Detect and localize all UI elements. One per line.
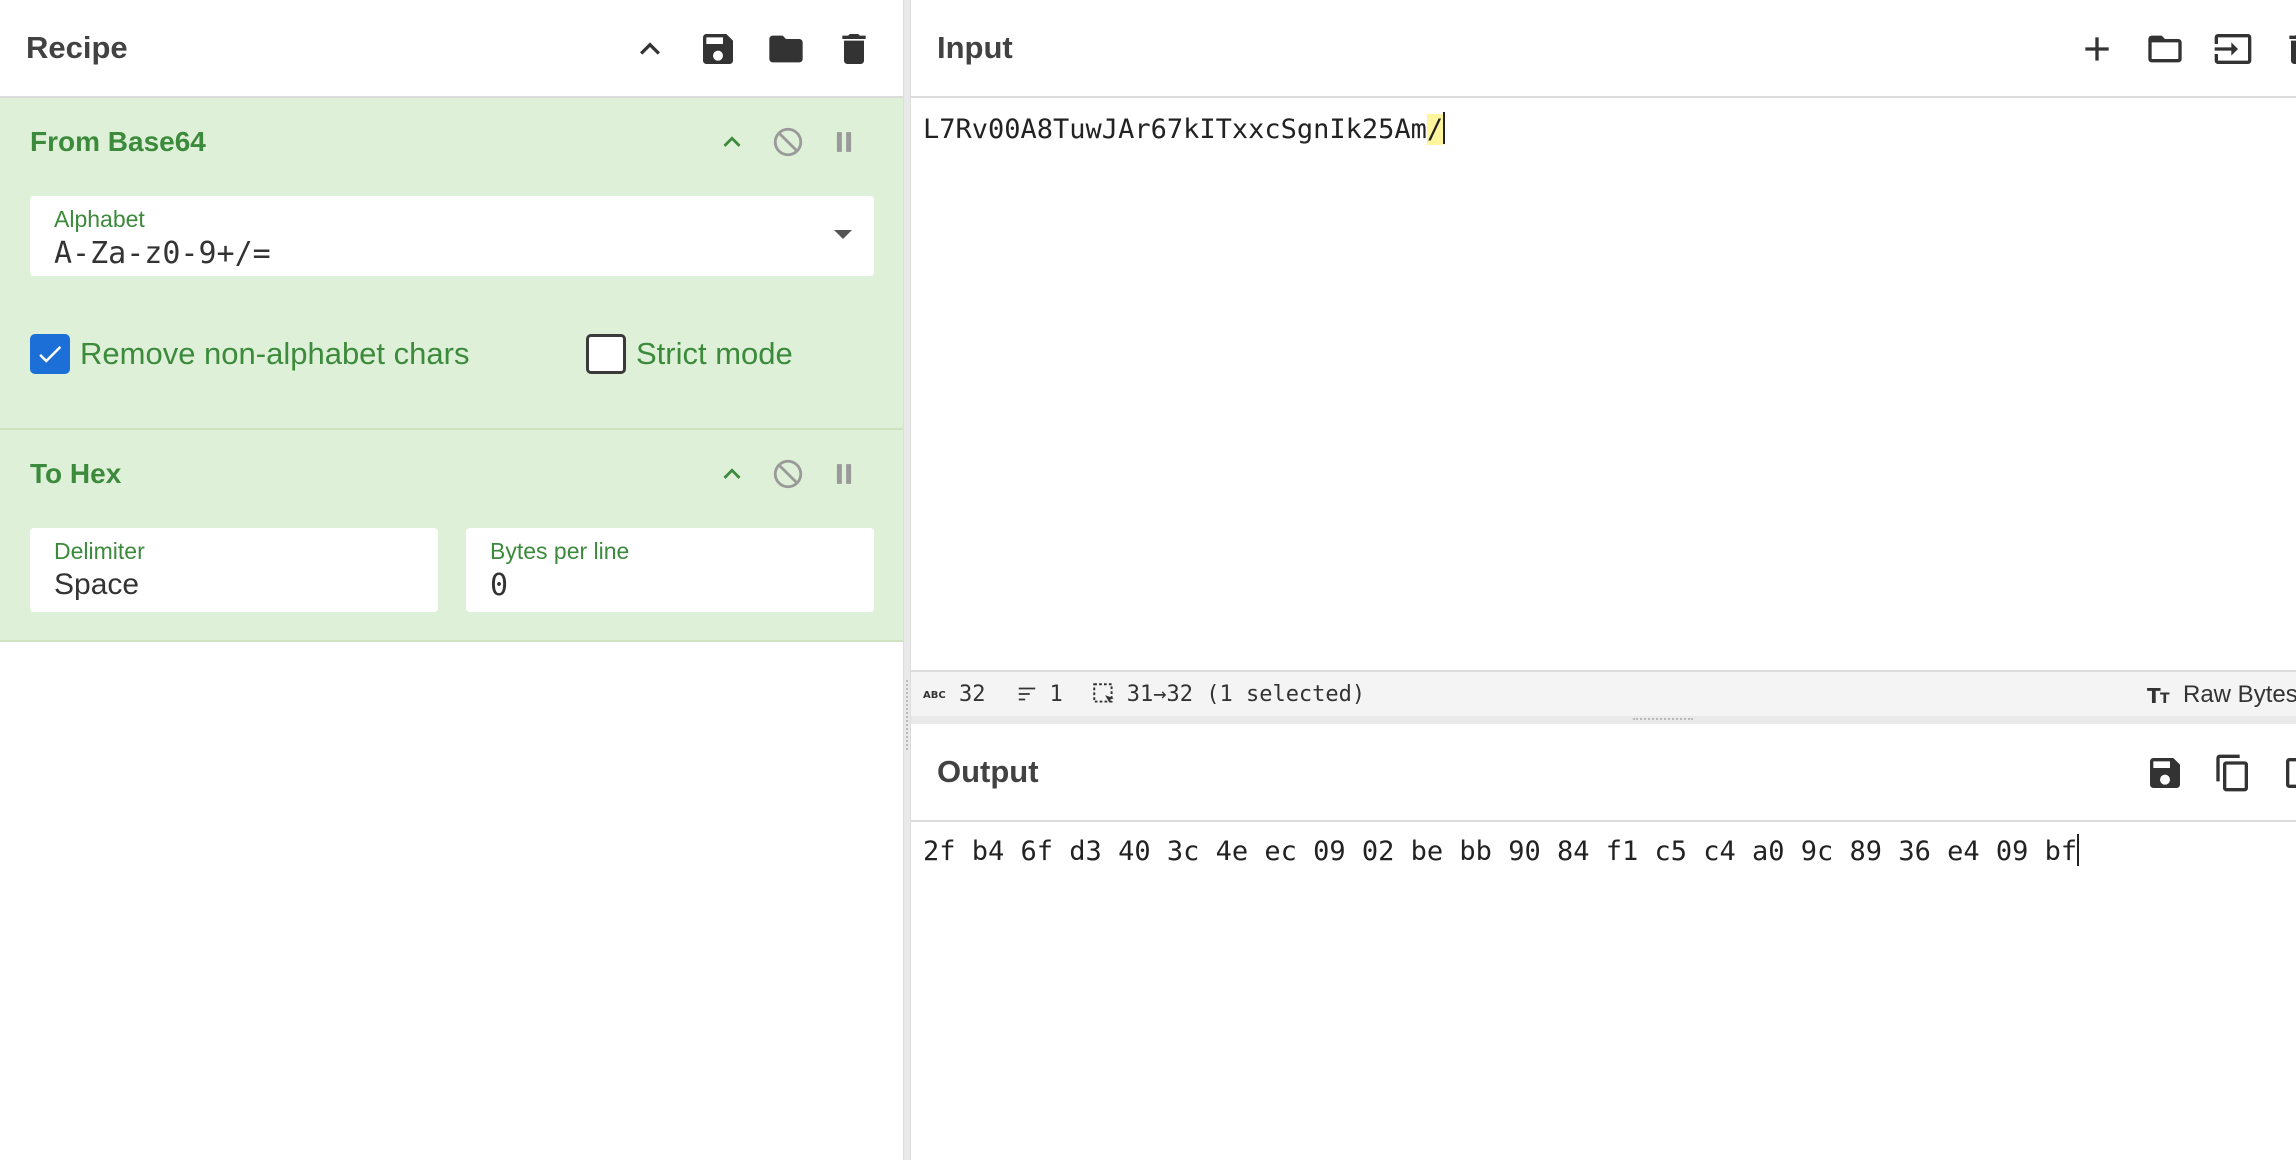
- input-header: Input: [911, 0, 2296, 98]
- selection-icon: [1093, 683, 1114, 703]
- save-icon: [703, 34, 733, 64]
- svg-text:ABC: ABC: [923, 690, 946, 701]
- add-input-tab-button[interactable]: [2063, 15, 2131, 83]
- input-text-unselected: L7Rv00A8TuwJAr67kITxxcSgnIk25Am: [923, 114, 1427, 145]
- selection-value: 31→32 (1 selected): [1126, 681, 1366, 707]
- copy-output-button[interactable]: [2199, 739, 2267, 807]
- load-recipe-button[interactable]: [752, 15, 820, 83]
- alphabet-value: A-Za-z0-9+/=: [54, 236, 271, 271]
- alphabet-select[interactable]: Alphabet A-Za-z0-9+/=: [30, 196, 874, 276]
- delimiter-value: Space: [54, 568, 140, 601]
- trash-icon: [2289, 34, 2296, 64]
- dropdown-arrow-icon: [834, 230, 852, 239]
- checkbox-checked[interactable]: [30, 334, 70, 374]
- output-section: Output 2f b4 6f d3 40 3c 4e ec 09 02 be …: [911, 724, 2296, 1160]
- encoding-selector[interactable]: TT Raw Bytes: [2147, 672, 2296, 718]
- chevron-up-icon: [723, 136, 741, 147]
- output-header: Output: [911, 724, 2296, 822]
- input-text: L7Rv00A8TuwJAr67kITxxcSgnIk25Am/: [923, 112, 2284, 145]
- svg-text:T: T: [2147, 684, 2161, 707]
- operation-from-base64[interactable]: From Base64 Alphabet A-Za-z0-9+/= Remove…: [0, 98, 903, 430]
- collapse-operation-button[interactable]: [704, 120, 760, 164]
- input-selection: /: [1426, 114, 1444, 145]
- alphabet-label: Alphabet: [54, 206, 145, 232]
- delimiter-select[interactable]: Delimiter Space: [30, 528, 438, 612]
- recipe-header: Recipe: [0, 0, 903, 98]
- encoding-value: Raw Bytes: [2183, 681, 2296, 708]
- chevron-up-icon: [723, 468, 741, 479]
- clear-input-button[interactable]: [2267, 15, 2296, 83]
- folder-open-icon: [2148, 35, 2182, 63]
- output-textarea[interactable]: 2f b4 6f d3 40 3c 4e ec 09 02 be bb 90 8…: [911, 822, 2296, 1160]
- operation-title: From Base64: [30, 126, 206, 157]
- pane-resize-handle[interactable]: [903, 0, 911, 1160]
- operation-controls: [704, 120, 872, 164]
- pause-icon: [836, 464, 852, 484]
- recipe-header-icons: [616, 0, 888, 98]
- save-recipe-button[interactable]: [684, 15, 752, 83]
- checkbox-unchecked[interactable]: [586, 334, 626, 374]
- input-textarea[interactable]: L7Rv00A8TuwJAr67kITxxcSgnIk25Am/: [911, 100, 2296, 670]
- disable-operation-button[interactable]: [760, 452, 816, 496]
- length-indicator: ABC 32: [923, 682, 986, 707]
- disable-icon: [773, 127, 803, 157]
- remove-non-alphabet-checkbox[interactable]: Remove non-alphabet chars: [30, 334, 469, 374]
- recipe-title: Recipe: [26, 30, 128, 65]
- bytes-per-line-input[interactable]: Bytes per line 0: [466, 528, 874, 612]
- text-caret: [1443, 112, 1446, 144]
- lines-value: 1: [1049, 681, 1063, 707]
- replace-input-button[interactable]: [2267, 739, 2296, 807]
- input-status-bar: ABC 32 1 31→32 (1 selected) TT Raw Bytes: [911, 670, 2296, 716]
- plus-icon: [2085, 37, 2109, 61]
- input-icon: [2214, 34, 2252, 64]
- output-header-icons: [2131, 724, 2296, 822]
- resize-grip: [906, 680, 908, 750]
- delimiter-label: Delimiter: [54, 538, 145, 564]
- collapse-operation-button[interactable]: [704, 452, 760, 496]
- disable-operation-button[interactable]: [760, 120, 816, 164]
- strict-mode-label: Strict mode: [636, 336, 793, 371]
- length-value: 32: [959, 681, 986, 707]
- input-title: Input: [937, 30, 1013, 65]
- io-resize-handle[interactable]: [911, 716, 2296, 724]
- folder-icon: [769, 35, 803, 63]
- abc-icon: ABC: [923, 690, 946, 701]
- operation-controls: [704, 452, 872, 496]
- open-file-button[interactable]: [2199, 15, 2267, 83]
- breakpoint-button[interactable]: [816, 120, 872, 164]
- io-pane: Input L7Rv00A8TuwJAr67kITxxcSgnIk25Am/ A…: [911, 0, 2296, 1160]
- open-folder-button[interactable]: [2131, 15, 2199, 83]
- pause-icon: [836, 132, 852, 152]
- output-to-input-icon: [2286, 758, 2296, 788]
- collapse-all-button[interactable]: [616, 15, 684, 83]
- save-icon: [2150, 758, 2180, 788]
- output-text: 2f b4 6f d3 40 3c 4e ec 09 02 be bb 90 8…: [923, 834, 2284, 867]
- bytes-per-line-label: Bytes per line: [490, 538, 630, 564]
- chevron-up-icon: [640, 42, 660, 55]
- lines-indicator: 1: [1014, 682, 1063, 707]
- svg-text:T: T: [2160, 691, 2170, 707]
- strict-mode-checkbox[interactable]: Strict mode: [586, 334, 793, 374]
- bytes-per-line-value: 0: [490, 568, 509, 603]
- lines-icon: [1018, 687, 1035, 701]
- recipe-pane: Recipe From Base64 Alphabet A-Za-z0-9+/=…: [0, 0, 903, 1160]
- trash-icon: [842, 34, 866, 64]
- breakpoint-button[interactable]: [816, 452, 872, 496]
- remove-non-alphabet-label: Remove non-alphabet chars: [80, 336, 470, 371]
- save-output-button[interactable]: [2131, 739, 2199, 807]
- operation-to-hex[interactable]: To Hex Delimiter Space Bytes per line 0: [0, 430, 903, 642]
- resize-grip: [1633, 718, 1693, 720]
- output-value: 2f b4 6f d3 40 3c 4e ec 09 02 be bb 90 8…: [923, 836, 2078, 867]
- text-size-icon: TT: [2147, 684, 2170, 707]
- output-title: Output: [937, 754, 1039, 789]
- copy-icon: [2216, 754, 2248, 792]
- clear-recipe-button[interactable]: [820, 15, 888, 83]
- selection-indicator: 31→32 (1 selected): [1091, 681, 1365, 707]
- text-caret: [2077, 834, 2080, 866]
- checkmark-icon: [39, 346, 62, 363]
- operation-title: To Hex: [30, 458, 122, 489]
- input-header-icons: [2063, 0, 2296, 98]
- disable-icon: [773, 459, 803, 489]
